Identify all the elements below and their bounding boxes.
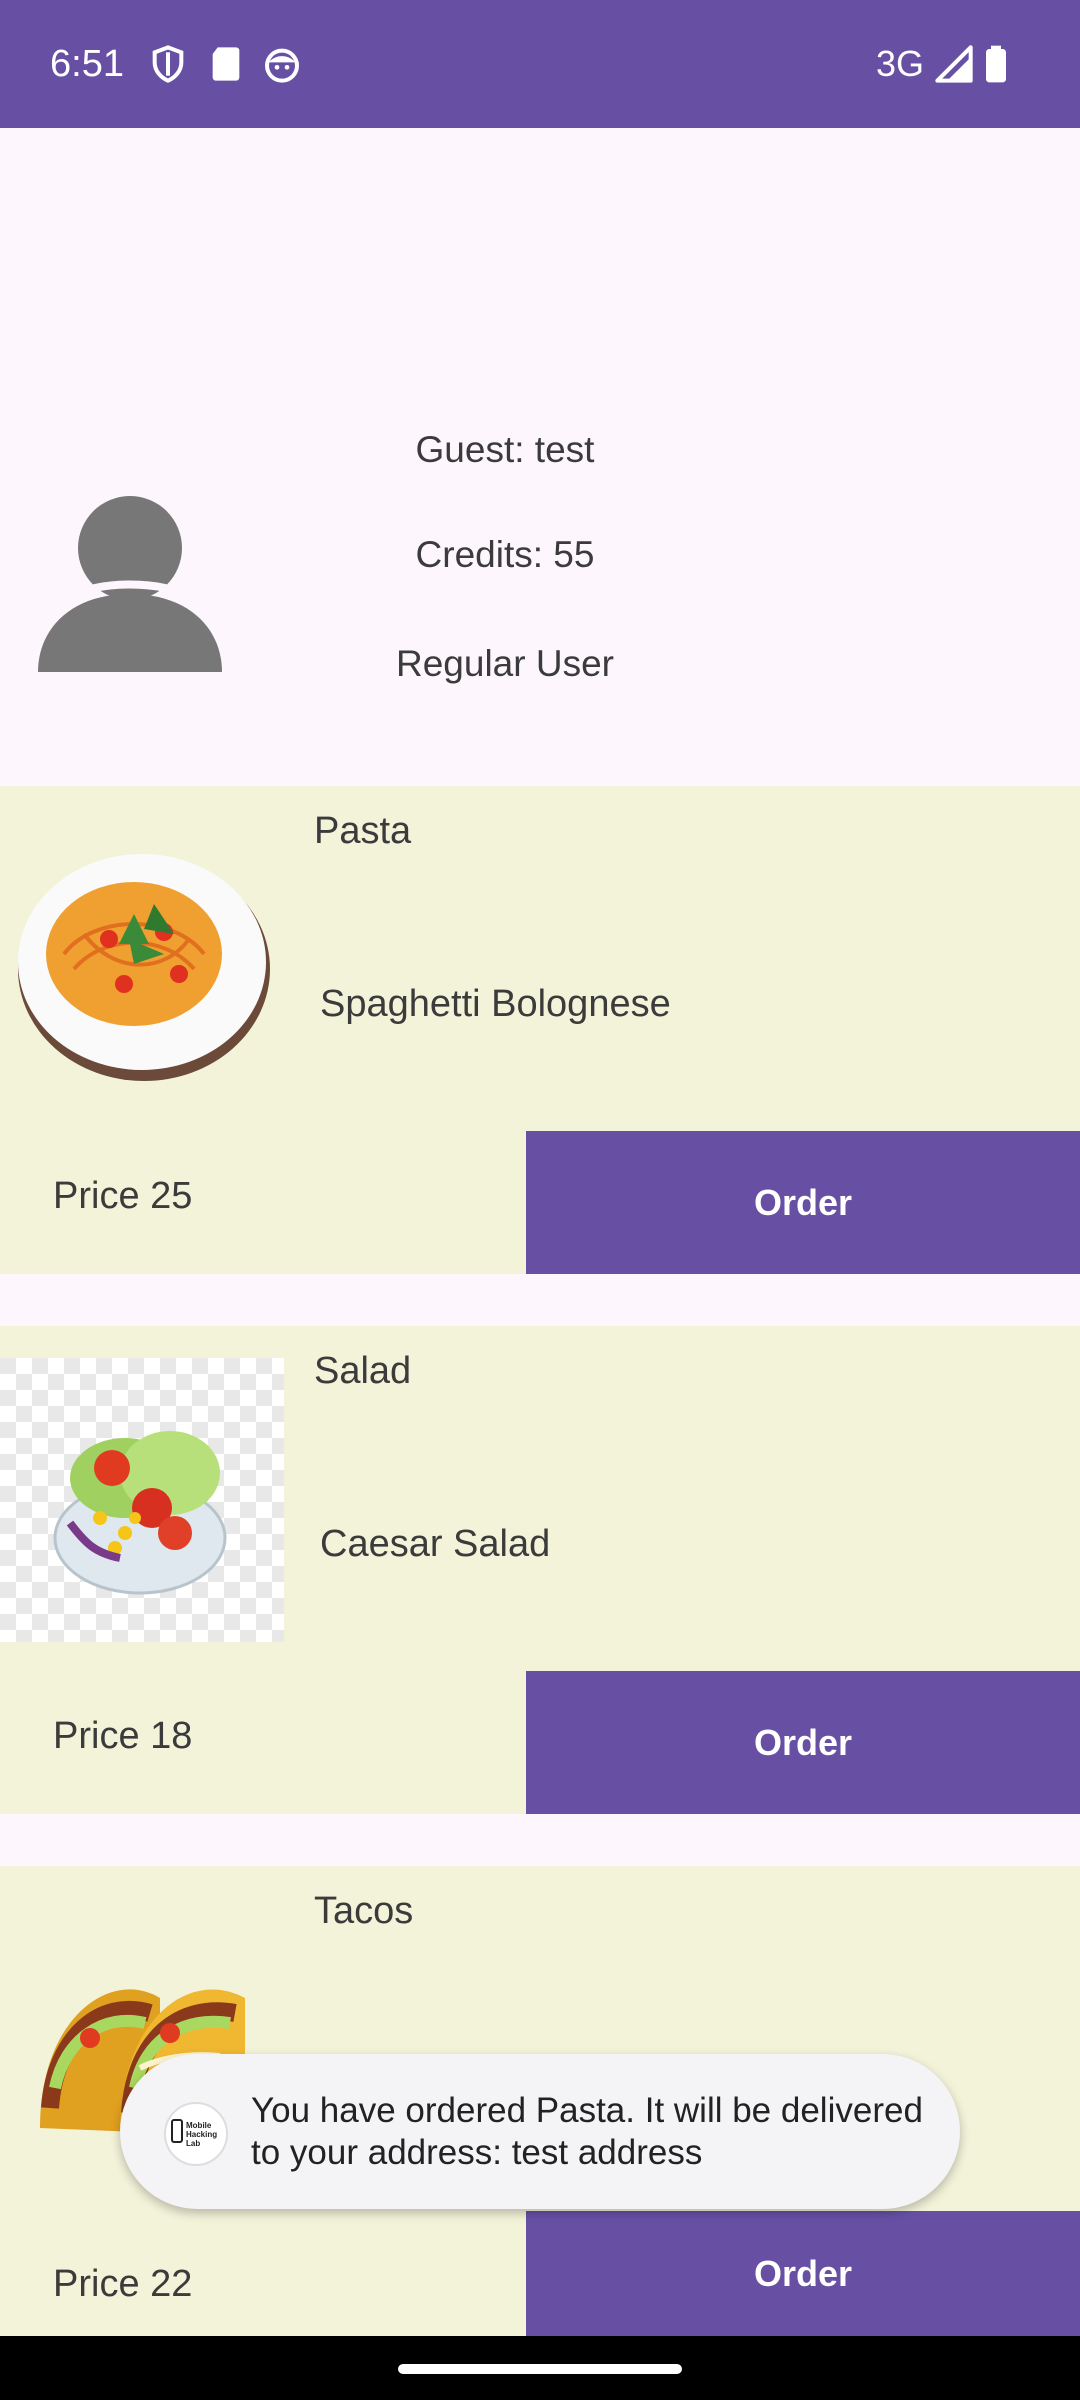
mobile-hacking-lab-logo: Mobile Hacking Lab xyxy=(171,2119,217,2148)
status-time: 6:51 xyxy=(50,43,124,85)
food-price: Price 25 xyxy=(53,1175,193,1217)
sd-card-icon xyxy=(212,47,240,81)
order-button-salad[interactable]: Order xyxy=(526,1671,1080,1814)
face-icon xyxy=(265,48,299,83)
food-name: Pasta xyxy=(314,810,412,852)
battery-icon xyxy=(986,45,1006,83)
guest-label: Guest: test xyxy=(415,429,595,470)
svg-text:Mobile: Mobile xyxy=(186,2121,212,2130)
menu-card-pasta: Pasta Spaghetti Bolognese Price 25 Order xyxy=(0,786,1080,1274)
svg-text:Hacking: Hacking xyxy=(186,2130,217,2139)
toast-text: You have ordered Pasta. It will be deliv… xyxy=(251,2091,923,2172)
food-name: Salad xyxy=(314,1350,412,1392)
network-type: 3G xyxy=(876,43,925,84)
navigation-bar xyxy=(0,2336,1080,2400)
credits-label: Credits: 55 xyxy=(415,534,595,575)
food-price: Price 22 xyxy=(53,2263,193,2305)
home-gesture-handle[interactable] xyxy=(398,2364,682,2374)
pasta-image xyxy=(18,854,270,1081)
salad-image xyxy=(0,1358,284,1642)
svg-text:Lab: Lab xyxy=(186,2139,200,2148)
toast-message: Mobile Hacking Lab You have ordered Past… xyxy=(120,2054,960,2209)
food-description: Caesar Salad xyxy=(320,1523,551,1565)
shield-icon xyxy=(152,45,184,83)
order-button-pasta[interactable]: Order xyxy=(526,1131,1080,1274)
signal-icon xyxy=(935,45,973,83)
food-name: Tacos xyxy=(314,1890,414,1932)
order-button-tacos[interactable]: Order xyxy=(526,2211,1080,2336)
status-bar: 6:51 3G xyxy=(0,0,1080,128)
app-logo-icon: Mobile Hacking Lab xyxy=(164,2102,228,2166)
person-icon xyxy=(38,496,222,672)
profile-section: Guest: test Credits: 55 Regular User xyxy=(0,128,1080,786)
user-role-label: Regular User xyxy=(396,643,614,684)
menu-card-salad: Salad Caesar Salad Price 18 Order xyxy=(0,1326,1080,1814)
food-price: Price 18 xyxy=(53,1715,193,1757)
food-description: Spaghetti Bolognese xyxy=(320,983,671,1025)
